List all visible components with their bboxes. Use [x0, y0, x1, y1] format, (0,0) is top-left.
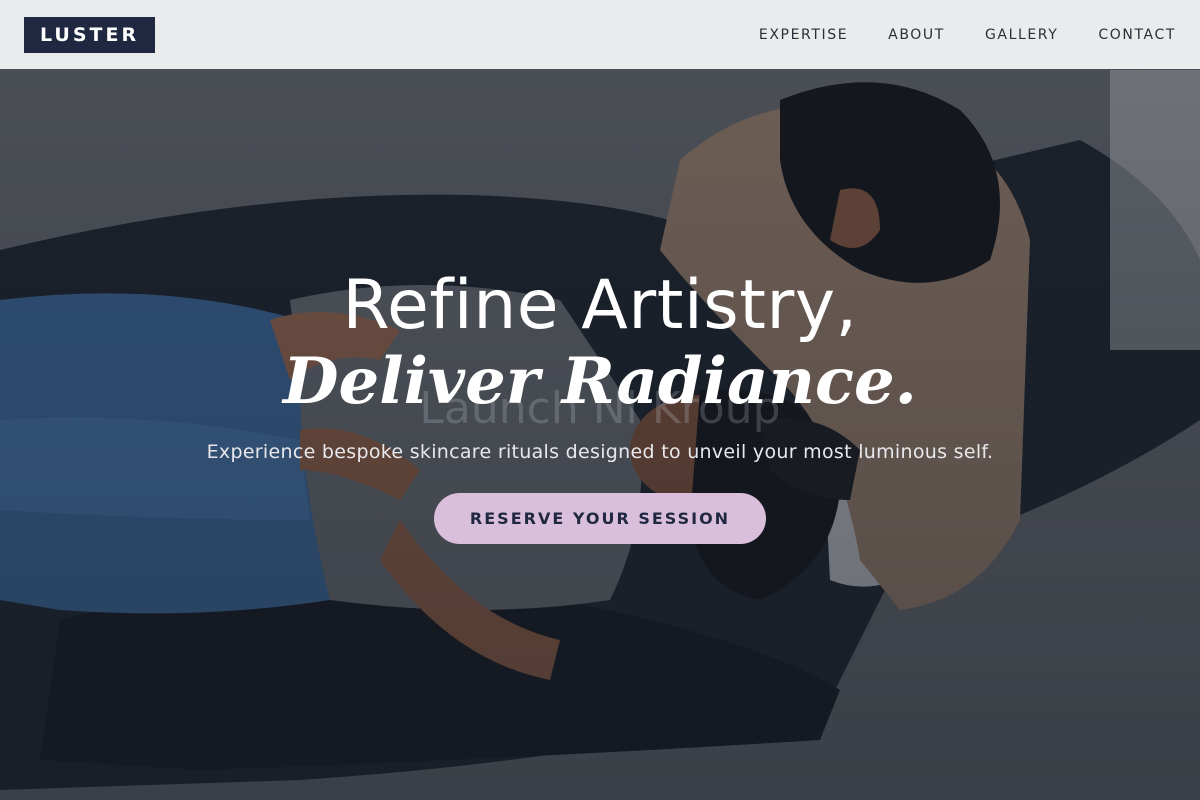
nav-item-gallery[interactable]: GALLERY	[985, 27, 1058, 43]
nav-item-about[interactable]: ABOUT	[888, 27, 945, 43]
nav-links: EXPERTISE ABOUT GALLERY CONTACT	[759, 27, 1176, 43]
hero-content: Launch Nl Kroup Refine Artistry, Deliver…	[0, 0, 1200, 800]
nav-item-expertise[interactable]: EXPERTISE	[759, 27, 848, 43]
hero-headline-line2: Deliver Radiance.	[283, 344, 917, 419]
brand-logo[interactable]: LUSTER	[24, 16, 156, 53]
hero-subheadline: Experience bespoke skincare rituals desi…	[206, 441, 994, 463]
top-navigation: LUSTER EXPERTISE ABOUT GALLERY CONTACT	[0, 0, 1200, 69]
nav-item-contact[interactable]: CONTACT	[1098, 27, 1176, 43]
hero-headline-line1: Refine Artistry,	[342, 266, 858, 345]
reserve-session-button[interactable]: RESERVE YOUR SESSION	[434, 493, 766, 544]
